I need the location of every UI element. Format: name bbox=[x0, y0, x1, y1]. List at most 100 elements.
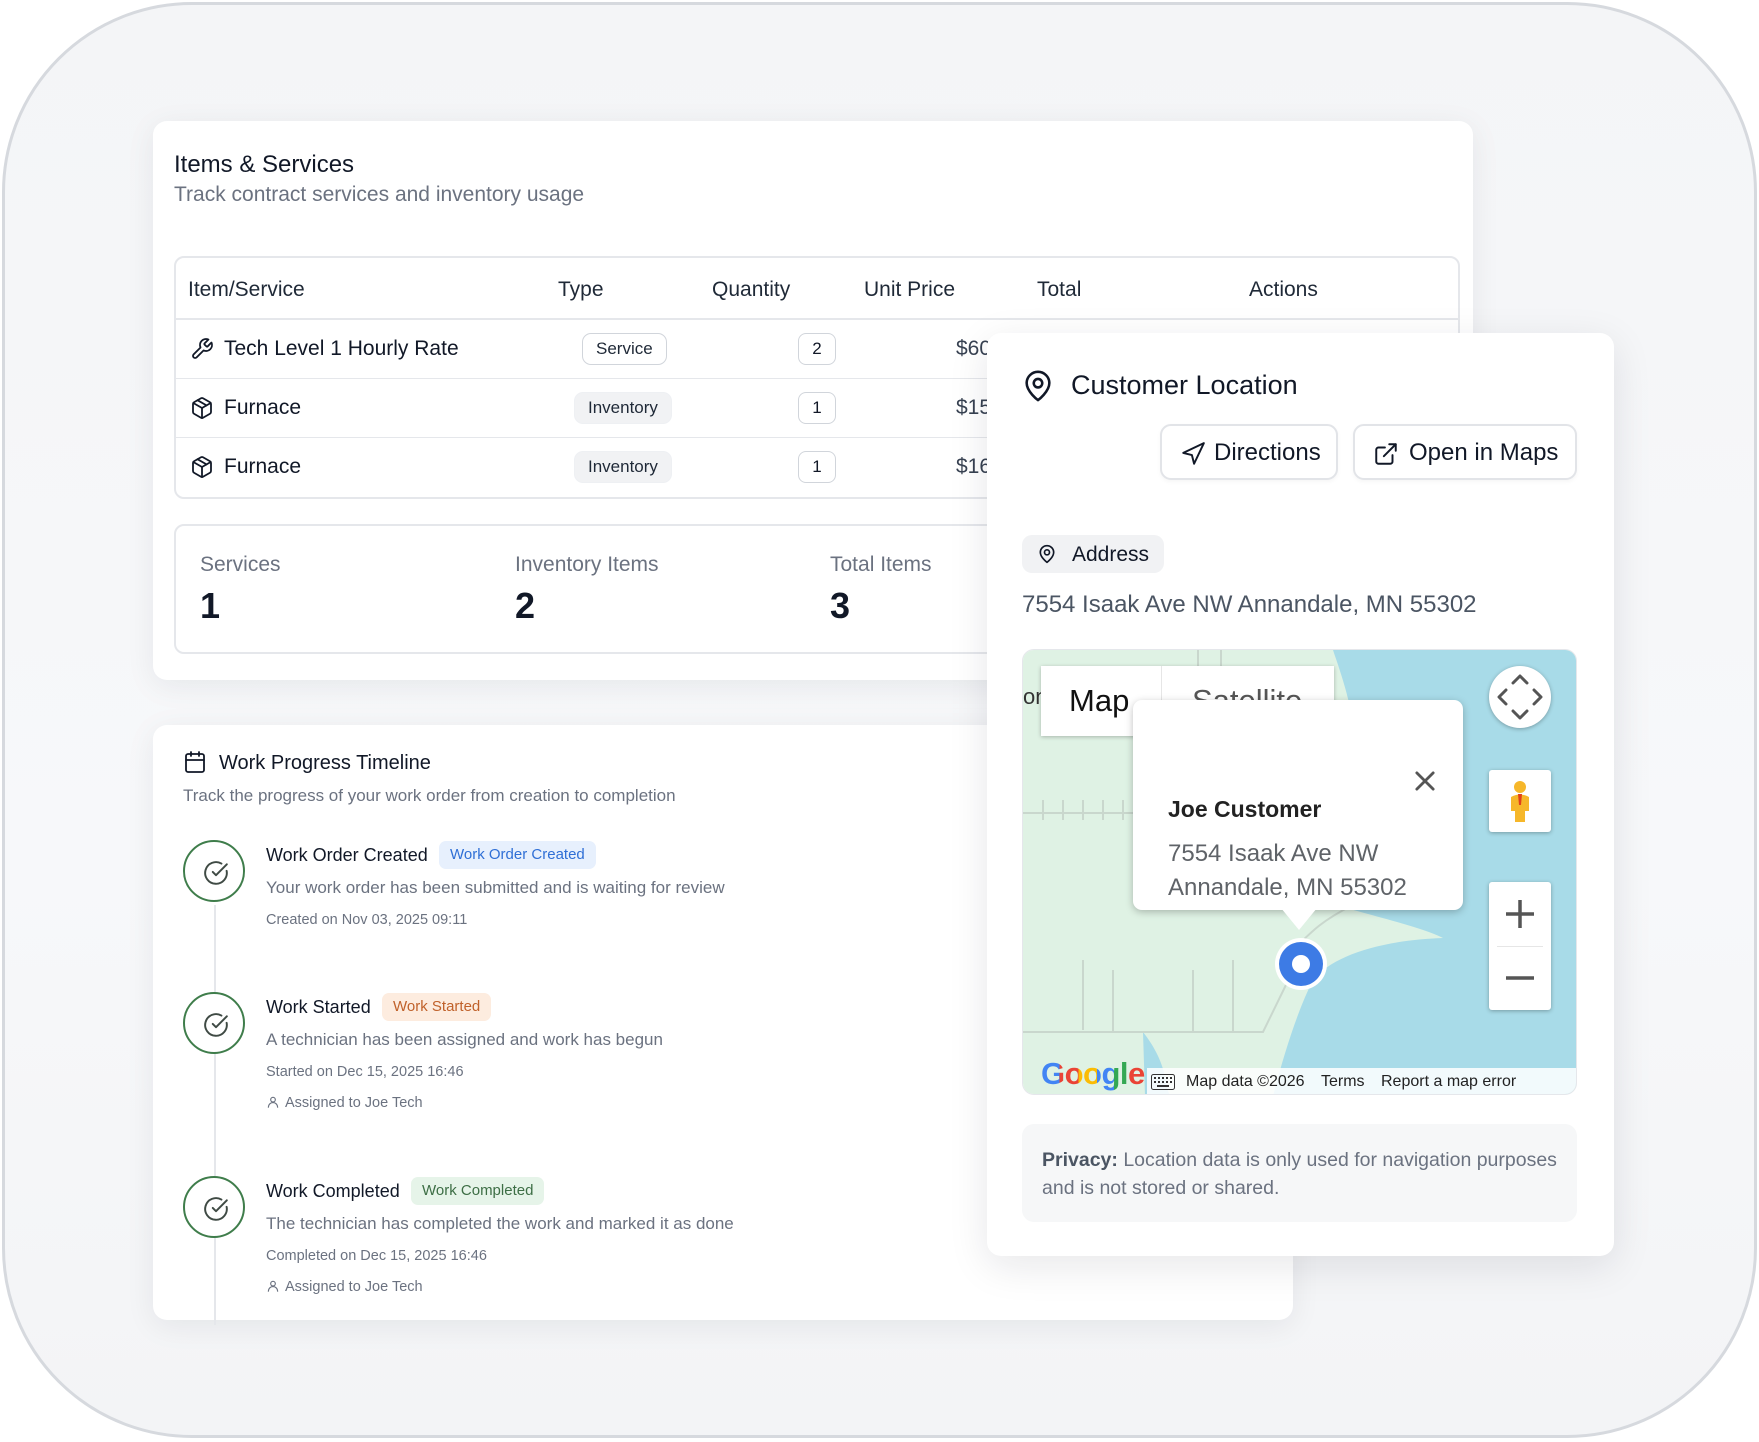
address-chip: Address bbox=[1022, 535, 1164, 573]
item-name: Furnace bbox=[224, 396, 302, 419]
item-name: Tech Level 1 Hourly Rate bbox=[224, 337, 459, 360]
assigned-to: Assigned to Joe Tech bbox=[266, 1095, 423, 1111]
map-pin-icon bbox=[1025, 370, 1051, 402]
type-badge: Inventory bbox=[574, 451, 672, 483]
entry-description: The technician has completed the work an… bbox=[266, 1214, 734, 1233]
type-badge: Service bbox=[582, 333, 667, 365]
items-services-title: Items & Services bbox=[174, 151, 355, 178]
entry-description: A technician has been assigned and work … bbox=[266, 1030, 663, 1049]
directions-button[interactable]: Directions bbox=[1160, 424, 1338, 480]
zoom-control bbox=[1489, 882, 1551, 1010]
assigned-text: Assigned to Joe Tech bbox=[285, 1095, 423, 1111]
open-in-maps-label: Open in Maps bbox=[1409, 439, 1559, 466]
timeline-subtitle: Track the progress of your work order fr… bbox=[183, 786, 676, 805]
pegman-icon bbox=[1511, 781, 1529, 822]
status-circle bbox=[183, 1176, 245, 1238]
stat-label: Total Items bbox=[830, 553, 932, 576]
column-header-item[interactable]: Item/Service bbox=[188, 278, 305, 302]
info-address-line1: 7554 Isaak Ave NW bbox=[1168, 840, 1379, 867]
customer-location-card: Customer Location Directions Open in Map… bbox=[987, 333, 1614, 1256]
move-arrows-icon bbox=[1497, 674, 1543, 720]
user-icon bbox=[267, 1280, 279, 1292]
column-header-quantity[interactable]: Quantity bbox=[712, 278, 790, 302]
map-data-text: Map data ©2026 bbox=[1186, 1073, 1305, 1090]
terms-link[interactable]: Terms bbox=[1321, 1073, 1365, 1091]
report-map-error-link[interactable]: Report a map error bbox=[1381, 1073, 1516, 1091]
navigation-icon bbox=[1182, 442, 1205, 465]
quantity-value: 1 bbox=[798, 451, 836, 483]
entry-date: Started on Dec 15, 2025 16:46 bbox=[266, 1064, 464, 1080]
tab-map[interactable]: Map bbox=[1069, 683, 1129, 719]
minus-icon bbox=[1506, 976, 1534, 980]
box-icon bbox=[192, 397, 212, 419]
google-logo: Google bbox=[1041, 1056, 1145, 1092]
column-header-total[interactable]: Total bbox=[1037, 278, 1081, 302]
column-header-actions: Actions bbox=[1249, 278, 1318, 301]
status-badge: Work Completed bbox=[411, 1177, 545, 1205]
check-circle-icon bbox=[204, 1013, 228, 1037]
status-circle bbox=[183, 840, 245, 902]
info-window-pointer bbox=[1281, 908, 1317, 930]
item-name: Furnace bbox=[224, 455, 302, 478]
summary-total-items: Total Items 3 bbox=[830, 553, 932, 627]
calendar-icon bbox=[185, 751, 205, 773]
timeline-title: Work Progress Timeline bbox=[219, 752, 431, 774]
wrench-icon bbox=[192, 338, 213, 359]
table-header: Item/Service Type Quantity Unit Price To… bbox=[176, 258, 1458, 320]
entry-description: Your work order has been submitted and i… bbox=[266, 878, 725, 897]
info-customer-name: Joe Customer bbox=[1168, 796, 1322, 822]
customer-location-title: Customer Location bbox=[1071, 370, 1298, 400]
items-services-subtitle: Track contract services and inventory us… bbox=[174, 183, 585, 206]
directions-label: Directions bbox=[1214, 439, 1321, 466]
summary-services: Services 1 bbox=[200, 553, 281, 627]
assigned-to: Assigned to Joe Tech bbox=[266, 1279, 423, 1295]
zoom-out-button[interactable] bbox=[1489, 946, 1551, 1010]
privacy-text-block: Privacy: Location data is only used for … bbox=[1042, 1146, 1562, 1202]
unit-price: $60 bbox=[956, 337, 992, 360]
screenshot-frame: Items & Services Track contract services… bbox=[2, 2, 1757, 1438]
google-logo-text: Google bbox=[1041, 1056, 1145, 1091]
privacy-text: Location data is only used for navigatio… bbox=[1042, 1149, 1557, 1199]
stat-value: 3 bbox=[830, 585, 851, 626]
stat-value: 1 bbox=[200, 585, 221, 626]
map-pin-icon bbox=[1039, 544, 1055, 564]
summary-inventory-items: Inventory Items 2 bbox=[515, 553, 659, 627]
location-marker-icon[interactable] bbox=[1273, 936, 1329, 992]
quantity-value: 1 bbox=[798, 392, 836, 424]
entry-label: Work Completed bbox=[266, 1181, 400, 1201]
status-badge: Work Started bbox=[382, 993, 492, 1021]
close-icon[interactable] bbox=[1411, 767, 1439, 795]
entry-date: Completed on Dec 15, 2025 16:46 bbox=[266, 1248, 487, 1264]
zoom-in-button[interactable] bbox=[1489, 882, 1551, 946]
user-icon bbox=[267, 1096, 279, 1108]
entry-date: Created on Nov 03, 2025 09:11 bbox=[266, 912, 468, 928]
address-label: Address bbox=[1072, 543, 1150, 566]
column-header-type[interactable]: Type bbox=[558, 278, 604, 302]
pegman-control[interactable] bbox=[1489, 770, 1551, 832]
stat-label: Services bbox=[200, 553, 281, 576]
external-link-icon bbox=[1375, 443, 1397, 465]
check-circle-icon bbox=[204, 1197, 228, 1221]
quantity-value: 2 bbox=[798, 333, 836, 365]
entry-label: Work Order Created bbox=[266, 845, 428, 865]
info-address-line2: Annandale, MN 55302 bbox=[1168, 874, 1407, 901]
map-attribution-bar: Map data ©2026 Terms Report a map error bbox=[1147, 1068, 1576, 1094]
type-badge: Inventory bbox=[574, 392, 672, 424]
column-header-unit-price[interactable]: Unit Price bbox=[864, 278, 955, 302]
status-badge: Work Order Created bbox=[439, 841, 596, 869]
assigned-text: Assigned to Joe Tech bbox=[285, 1279, 423, 1295]
address-text: 7554 Isaak Ave NW Annandale, MN 55302 bbox=[1022, 591, 1477, 618]
plus-icon bbox=[1506, 900, 1534, 928]
privacy-notice: Privacy: Location data is only used for … bbox=[1022, 1124, 1577, 1222]
box-icon bbox=[192, 456, 212, 478]
keyboard-icon[interactable] bbox=[1151, 1074, 1175, 1090]
stat-label: Inventory Items bbox=[515, 553, 659, 576]
timeline-connector bbox=[214, 905, 216, 1325]
fullscreen-control[interactable] bbox=[1489, 666, 1551, 728]
map-view[interactable]: on Map Satellite bbox=[1022, 649, 1577, 1095]
status-circle bbox=[183, 992, 245, 1054]
privacy-label: Privacy: bbox=[1042, 1149, 1118, 1171]
check-circle-icon bbox=[204, 861, 228, 885]
stat-value: 2 bbox=[515, 585, 536, 626]
open-in-maps-button[interactable]: Open in Maps bbox=[1353, 424, 1577, 480]
